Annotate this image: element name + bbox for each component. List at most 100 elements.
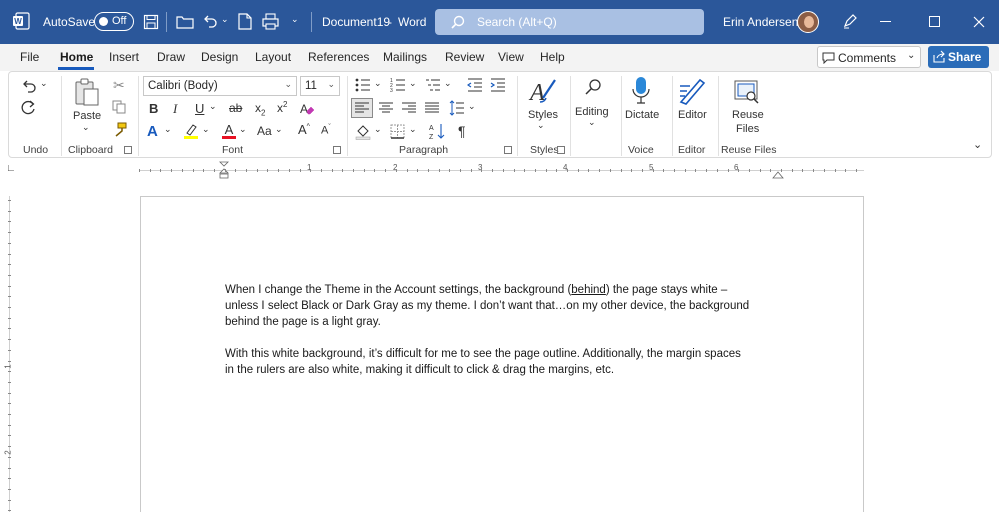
microphone-icon[interactable] xyxy=(631,76,651,106)
editing-dropdown-icon[interactable]: ⌄ xyxy=(588,117,596,128)
user-name[interactable]: Erin Andersen xyxy=(723,15,798,29)
right-indent-marker-icon[interactable] xyxy=(772,166,784,179)
paste-icon[interactable] xyxy=(73,77,101,107)
decrease-indent-icon[interactable] xyxy=(466,77,483,93)
font-color-dropdown-icon[interactable]: ⌄ xyxy=(239,124,247,135)
shading-icon[interactable] xyxy=(355,123,371,140)
bullets-dropdown-icon[interactable]: ⌄ xyxy=(374,78,382,89)
tab-file[interactable]: File xyxy=(20,50,39,64)
superscript-icon[interactable]: x2 xyxy=(277,100,287,115)
line-spacing-dropdown-icon[interactable]: ⌄ xyxy=(468,101,476,112)
save-icon[interactable] xyxy=(143,14,159,30)
ribbon-collapse-chevron-icon[interactable]: ⌄ xyxy=(973,138,982,151)
new-document-icon[interactable] xyxy=(238,13,252,30)
tab-mailings[interactable]: Mailings xyxy=(383,50,427,64)
tab-view[interactable]: View xyxy=(498,50,524,64)
font-dialog-launcher-icon[interactable] xyxy=(333,146,341,154)
copy-icon[interactable] xyxy=(112,100,126,114)
paste-dropdown-icon[interactable]: ⌄ xyxy=(82,122,90,133)
multilevel-dropdown-icon[interactable]: ⌄ xyxy=(444,78,452,89)
underline-dropdown-icon[interactable]: ⌄ xyxy=(209,101,217,112)
tab-selector-icon[interactable]: ∟ xyxy=(6,163,16,174)
pen-icon[interactable] xyxy=(842,13,858,29)
multilevel-list-icon[interactable] xyxy=(425,77,441,93)
bullets-icon[interactable] xyxy=(355,77,371,93)
numbering-icon[interactable]: 123 xyxy=(390,77,406,94)
grow-font-icon[interactable]: A^ xyxy=(298,122,310,137)
styles-icon[interactable]: A xyxy=(527,76,557,106)
format-painter-icon[interactable] xyxy=(112,122,127,137)
align-center-icon[interactable] xyxy=(378,100,394,116)
close-icon[interactable] xyxy=(973,15,985,28)
sort-icon[interactable]: AZ xyxy=(429,122,447,141)
editor-label[interactable]: Editor xyxy=(678,109,707,121)
paragraph-dialog-launcher-icon[interactable] xyxy=(504,146,512,154)
undo-dropdown-icon[interactable]: ⌄ xyxy=(40,78,48,89)
styles-dialog-launcher-icon[interactable] xyxy=(557,146,565,154)
subscript-icon[interactable]: x2 xyxy=(255,101,265,117)
shading-dropdown-icon[interactable]: ⌄ xyxy=(374,124,382,135)
dictate-label[interactable]: Dictate xyxy=(625,109,659,121)
font-color-icon[interactable]: A xyxy=(221,122,237,140)
editing-search-icon[interactable] xyxy=(583,78,603,98)
open-folder-icon[interactable] xyxy=(176,14,194,30)
comments-button[interactable]: Comments ⌄ xyxy=(817,46,921,68)
paste-label[interactable]: Paste xyxy=(73,110,101,122)
tab-design[interactable]: Design xyxy=(201,50,238,64)
borders-dropdown-icon[interactable]: ⌄ xyxy=(409,124,417,135)
borders-icon[interactable] xyxy=(390,124,405,139)
print-preview-icon[interactable] xyxy=(262,13,279,30)
minimize-icon[interactable] xyxy=(880,21,891,22)
tab-review[interactable]: Review xyxy=(445,50,484,64)
align-left-icon[interactable] xyxy=(351,98,373,118)
highlight-dropdown-icon[interactable]: ⌄ xyxy=(202,124,210,135)
line-spacing-icon[interactable] xyxy=(449,100,465,116)
maximize-icon[interactable] xyxy=(929,16,940,27)
reuse-files-icon[interactable] xyxy=(734,78,760,104)
ruler-tick xyxy=(8,392,11,394)
tab-layout[interactable]: Layout xyxy=(255,50,291,64)
tab-draw[interactable]: Draw xyxy=(157,50,185,64)
undo-dropdown-icon[interactable]: ⌄ xyxy=(221,14,229,25)
italic-icon[interactable]: I xyxy=(173,101,177,117)
tab-help[interactable]: Help xyxy=(540,50,565,64)
search-box[interactable]: Search (Alt+Q) xyxy=(435,9,704,35)
share-button[interactable]: Share xyxy=(928,46,989,68)
cut-icon[interactable]: ✂ xyxy=(113,77,125,94)
vertical-ruler[interactable]: 1 2 xyxy=(0,180,20,512)
increase-indent-icon[interactable] xyxy=(490,77,506,93)
change-case-dropdown-icon[interactable]: ⌄ xyxy=(275,124,283,135)
horizontal-ruler[interactable]: ∟ 1 2 3 4 5 6 xyxy=(0,160,999,180)
underline-icon[interactable]: U xyxy=(195,101,204,116)
shrink-font-icon[interactable]: Aˇ xyxy=(321,124,331,137)
text-effects-dropdown-icon[interactable]: ⌄ xyxy=(164,124,172,135)
justify-icon[interactable] xyxy=(424,100,440,116)
strikethrough-icon[interactable]: ab xyxy=(229,101,242,115)
font-size-select[interactable]: 11 ⌄ xyxy=(300,76,340,96)
align-right-icon[interactable] xyxy=(401,100,417,116)
change-case-icon[interactable]: Aa xyxy=(257,124,272,138)
customize-qat-icon[interactable]: ⌄ xyxy=(291,14,299,25)
reuse-files-label-line2[interactable]: Files xyxy=(736,123,759,135)
text-effects-icon[interactable]: A xyxy=(147,123,158,140)
tab-home[interactable]: Home xyxy=(60,50,93,64)
autosave-toggle[interactable]: Off xyxy=(94,12,134,31)
tab-references[interactable]: References xyxy=(308,50,369,64)
show-formatting-marks-icon[interactable]: ¶ xyxy=(458,123,466,139)
clipboard-dialog-launcher-icon[interactable] xyxy=(124,146,132,154)
editor-icon[interactable] xyxy=(678,76,708,106)
undo-button-icon[interactable] xyxy=(21,78,37,94)
font-name-select[interactable]: Calibri (Body) ⌄ xyxy=(143,76,297,96)
highlight-color-icon[interactable] xyxy=(183,123,199,140)
tab-insert[interactable]: Insert xyxy=(109,50,139,64)
styles-dropdown-icon[interactable]: ⌄ xyxy=(537,120,545,131)
document-paragraph-2[interactable]: With this white background, it’s difficu… xyxy=(225,346,785,378)
numbering-dropdown-icon[interactable]: ⌄ xyxy=(409,78,417,89)
clear-formatting-icon[interactable]: A xyxy=(299,101,315,117)
document-paragraph-1[interactable]: When I change the Theme in the Account s… xyxy=(225,282,785,330)
redo-icon[interactable] xyxy=(21,100,37,116)
reuse-files-label-line1[interactable]: Reuse xyxy=(732,109,764,121)
avatar[interactable] xyxy=(797,11,819,33)
bold-icon[interactable]: B xyxy=(149,101,158,116)
undo-icon[interactable] xyxy=(202,13,218,29)
